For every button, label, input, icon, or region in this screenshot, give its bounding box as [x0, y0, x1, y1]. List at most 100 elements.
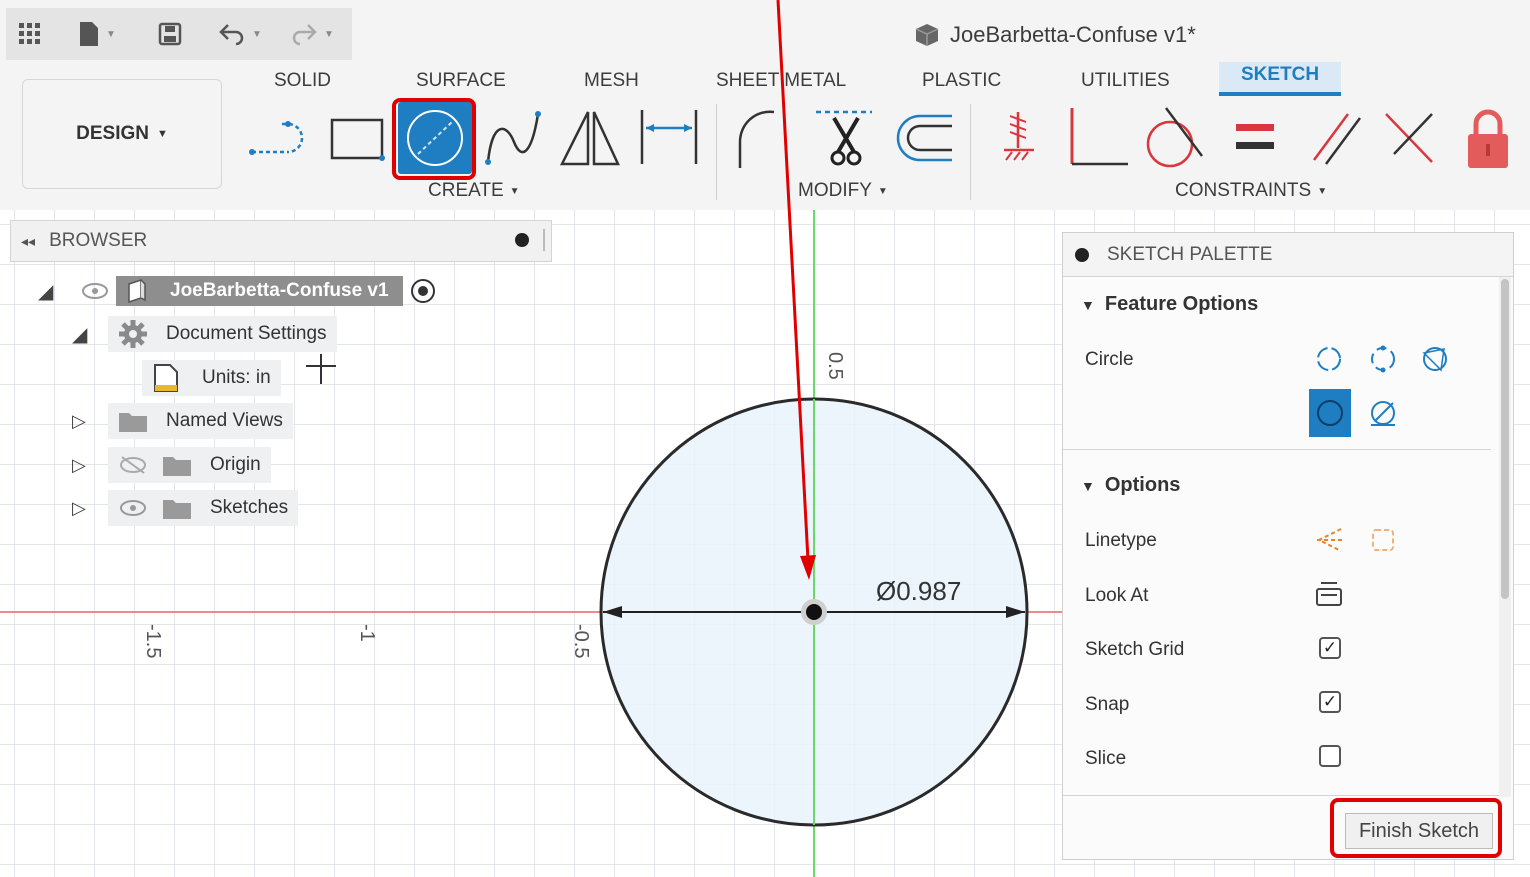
- app-grid-icon[interactable]: [18, 21, 42, 47]
- sketch-palette-header: SKETCH PALETTE: [1063, 233, 1513, 277]
- browser-options-icon[interactable]: [515, 233, 529, 247]
- circle-option-icon: [1317, 400, 1343, 426]
- folder-icon: [163, 457, 191, 476]
- visibility-eye-icon[interactable]: [74, 283, 116, 299]
- tab-mesh[interactable]: MESH: [584, 68, 639, 94]
- trim-tool-icon[interactable]: [812, 102, 878, 172]
- diameter-dimension[interactable]: Ø0.987: [876, 576, 961, 607]
- redo-icon[interactable]: ▼: [290, 21, 334, 47]
- checkmark-icon: ✓: [1322, 638, 1338, 657]
- three-point-circle-icon[interactable]: [1419, 343, 1451, 375]
- look-at-label: Look At: [1085, 585, 1149, 606]
- circle-option-label: Circle: [1085, 349, 1134, 370]
- perpendicular-constraint-icon[interactable]: [1380, 102, 1440, 172]
- expand-triangle-icon[interactable]: ◢: [72, 322, 108, 347]
- fillet-tool-icon[interactable]: [734, 102, 798, 172]
- tab-sheet-metal[interactable]: SHEET METAL: [716, 68, 846, 94]
- axis-label-0-5: 0.5: [824, 352, 846, 380]
- expand-triangle-icon[interactable]: ◢: [38, 279, 74, 304]
- create-menu[interactable]: CREATE ▼: [428, 180, 520, 202]
- fix-unfix-constraint-icon[interactable]: [1000, 102, 1044, 172]
- slice-label: Slice: [1085, 748, 1127, 769]
- slice-checkbox[interactable]: [1319, 745, 1341, 767]
- axis-label-neg-1: -1: [356, 624, 378, 642]
- file-menu-icon[interactable]: ▼: [78, 21, 116, 47]
- look-at-icon[interactable]: [1313, 579, 1345, 609]
- axis-label-neg-1-5: -1.5: [142, 624, 164, 659]
- expand-triangle-icon[interactable]: ▷: [72, 498, 108, 519]
- panel-resize-handle[interactable]: [543, 229, 545, 251]
- tab-plastic[interactable]: PLASTIC: [922, 68, 1001, 94]
- browser-item-named-views[interactable]: ▷ Named Views: [72, 403, 293, 439]
- collapse-triangle-icon: ▼: [1081, 477, 1095, 494]
- palette-divider: [1063, 449, 1491, 450]
- toolbar-separator: [716, 104, 717, 200]
- modify-menu[interactable]: MODIFY ▼: [798, 180, 888, 202]
- options-section[interactable]: ▼ Options: [1081, 474, 1180, 497]
- palette-divider: [1063, 795, 1499, 796]
- browser-root-row[interactable]: ◢ JoeBarbetta-Confuse v1: [38, 273, 435, 309]
- chevron-down-icon: ▼: [156, 128, 168, 140]
- tangent-circle-icon[interactable]: [1367, 397, 1399, 429]
- construction-linetype-icon[interactable]: [1313, 525, 1345, 555]
- options-title: Options: [1104, 474, 1181, 496]
- center-point: [806, 604, 822, 620]
- workspace-switcher-button[interactable]: DESIGN ▼: [22, 79, 222, 189]
- center-diameter-circle-icon[interactable]: [1313, 343, 1345, 375]
- collapse-browser-icon[interactable]: ◂◂: [21, 233, 35, 250]
- palette-scrollbar[interactable]: [1499, 277, 1511, 797]
- browser-item-sketches[interactable]: ▷ Sketches: [72, 490, 299, 526]
- linetype-label: Linetype: [1085, 530, 1157, 551]
- folder-icon: [163, 500, 191, 519]
- snap-checkbox[interactable]: ✓: [1319, 691, 1341, 713]
- two-point-circle-icon[interactable]: [1367, 343, 1399, 375]
- coincident-perpendicular-icon[interactable]: [1066, 102, 1132, 172]
- tab-surface[interactable]: SURFACE: [416, 68, 506, 94]
- activate-radio-icon[interactable]: [410, 279, 435, 303]
- offset-tool-icon[interactable]: [890, 102, 956, 172]
- save-icon[interactable]: [158, 21, 182, 47]
- component-cube-icon: [915, 24, 939, 46]
- title-bar: ▼ ▼ ▼ JoeBarbetta-Confuse v1*: [0, 0, 1530, 62]
- palette-scrollbar-thumb[interactable]: [1501, 279, 1509, 599]
- constraints-menu-label: CONSTRAINTS: [1175, 180, 1312, 201]
- spline-tool-icon[interactable]: [482, 102, 546, 172]
- equal-constraint-icon[interactable]: [1230, 102, 1280, 172]
- feature-options-section[interactable]: ▼ Feature Options: [1081, 293, 1258, 316]
- sketch-grid-checkbox[interactable]: ✓: [1319, 637, 1341, 659]
- line-tool-icon[interactable]: [248, 102, 312, 172]
- component-icon: [116, 276, 156, 306]
- sketch-grid-label: Sketch Grid: [1085, 639, 1185, 660]
- tab-sketch[interactable]: SKETCH: [1219, 62, 1342, 96]
- tab-utilities[interactable]: UTILITIES: [1081, 68, 1170, 94]
- undo-icon[interactable]: ▼: [218, 21, 262, 47]
- rectangle-tool-icon[interactable]: [326, 102, 390, 172]
- browser-root-label: JoeBarbetta-Confuse v1: [156, 276, 403, 306]
- tab-solid[interactable]: SOLID: [274, 68, 331, 94]
- ribbon-toolbar: DESIGN ▼ SOLID SURFACE MESH SHEET METAL …: [0, 62, 1530, 210]
- browser-item-units[interactable]: Units: in: [142, 360, 281, 396]
- center-diameter-circle-selected[interactable]: [1309, 389, 1351, 437]
- expand-triangle-icon[interactable]: ▷: [72, 455, 108, 476]
- expand-triangle-icon[interactable]: ▷: [72, 411, 108, 432]
- create-menu-label: CREATE: [428, 180, 504, 201]
- palette-collapse-icon[interactable]: [1075, 247, 1089, 262]
- sketch-dimension-tool-icon[interactable]: [636, 102, 702, 172]
- parallel-constraint-icon[interactable]: [1306, 102, 1366, 172]
- checkmark-icon: ✓: [1322, 692, 1338, 711]
- mirror-tool-icon[interactable]: [558, 102, 622, 172]
- units-document-icon: [154, 364, 178, 392]
- visibility-eye-icon[interactable]: [118, 498, 148, 518]
- lock-icon[interactable]: [1462, 102, 1516, 172]
- browser-item-label: Named Views: [166, 410, 283, 431]
- constraints-menu[interactable]: CONSTRAINTS ▼: [1175, 180, 1327, 202]
- axis-label-neg-0-5: -0.5: [570, 624, 592, 659]
- browser-panel-header: ◂◂ BROWSER: [10, 220, 552, 262]
- browser-item-document-settings[interactable]: ◢ Document Settings: [72, 316, 337, 352]
- crosshair-cursor-icon: [306, 354, 336, 384]
- browser-item-origin[interactable]: ▷ Origin: [72, 447, 271, 483]
- workspace-label: DESIGN: [76, 123, 149, 144]
- centerline-linetype-icon[interactable]: [1367, 525, 1399, 555]
- tangent-constraint-icon[interactable]: [1142, 102, 1208, 172]
- visibility-hidden-icon[interactable]: [118, 455, 148, 475]
